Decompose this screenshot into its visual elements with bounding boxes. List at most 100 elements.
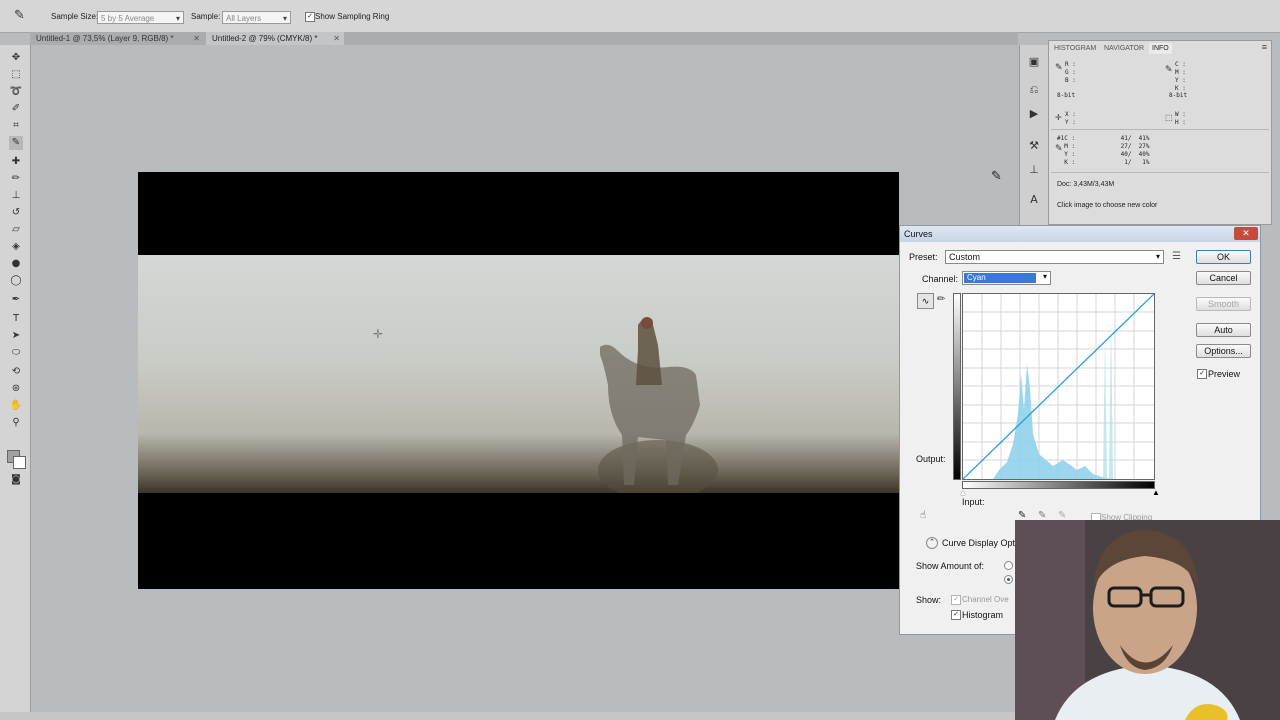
tab-untitled-1[interactable]: Untitled-1 @ 73,5% (Layer 9, RGB/8) * ✕ — [30, 32, 204, 45]
auto-button[interactable]: Auto — [1196, 323, 1251, 337]
options-button[interactable]: Options... — [1196, 344, 1251, 358]
channel-overlays-checkbox[interactable]: ✓ — [951, 595, 961, 605]
sample-select[interactable]: All Layers — [222, 11, 291, 25]
background-color-swatch[interactable] — [13, 456, 26, 469]
curve-display-options-label: Curve Display Opt — [942, 538, 1016, 548]
brush-tool-icon[interactable]: ✏ — [9, 172, 23, 186]
panel-divider — [1051, 129, 1269, 130]
document-tab-bar: Untitled-1 @ 73,5% (Layer 9, RGB/8) * ✕ … — [30, 32, 1018, 45]
type-tool-icon[interactable]: T — [9, 312, 23, 326]
character-icon[interactable]: A — [1027, 193, 1041, 207]
sample-size-label: Sample Size: — [51, 12, 99, 21]
preset-value: Custom — [949, 252, 981, 262]
tab-navigator[interactable]: NAVIGATOR — [1101, 43, 1147, 54]
history-icon[interactable]: ⎌ — [1027, 83, 1041, 97]
chevron-down-icon: ▾ — [1155, 252, 1160, 261]
preset-options-icon[interactable]: ☰ — [1172, 251, 1181, 262]
sample-label: Sample: — [191, 12, 221, 21]
webcam-overlay — [1015, 520, 1280, 720]
on-image-adjust-icon[interactable]: ☝ — [920, 510, 926, 521]
tab-untitled-2[interactable]: Untitled-2 @ 79% (CMYK/8) * ✕ — [206, 32, 344, 45]
rgb-eyedropper-icon: ✎ — [1055, 63, 1063, 73]
paint-bucket-icon[interactable]: ◈ — [9, 240, 23, 254]
eraser-tool-icon[interactable]: ▱ — [9, 223, 23, 237]
tool-presets-icon[interactable]: ⚒ — [1027, 139, 1041, 153]
preset-select[interactable]: Custom ▾ — [945, 250, 1164, 264]
white-point-slider-icon[interactable]: ▲ — [1152, 488, 1160, 497]
selection-size-icon: ⬚ — [1165, 113, 1173, 122]
clone-source-icon[interactable]: ⊥ — [1027, 163, 1041, 177]
blur-tool-icon[interactable]: ● — [9, 257, 23, 271]
eyedropper-tool-icon[interactable]: ✎ — [9, 136, 23, 150]
3d-orbit-icon[interactable]: ⊛ — [9, 382, 23, 396]
mini-bridge-icon[interactable]: ▣ — [1027, 55, 1041, 69]
history-brush-icon[interactable]: ↺ — [9, 206, 23, 220]
photo-foggy-rider — [138, 255, 899, 493]
histogram-checkbox[interactable]: ✓ — [951, 610, 961, 620]
curve-graph[interactable] — [962, 293, 1155, 480]
channel-overlays-label: Channel Ove — [962, 595, 1009, 604]
toolbox: ✥ ⬚ ➰ ✐ ⌗ ✎ ✚ ✏ ⊥ ↺ ▱ ◈ ● ◯ ✒ T ➤ ⬭ ⟲ ⊛ … — [0, 45, 31, 720]
panel-menu-icon[interactable]: ≡ — [1262, 42, 1267, 52]
expand-toggle-icon[interactable]: ⌃ — [926, 537, 938, 549]
light-radio[interactable] — [1004, 561, 1013, 570]
move-tool-icon[interactable]: ✥ — [9, 51, 23, 65]
input-label: Input: — [962, 497, 985, 507]
options-bar: ✎ Sample Size: 5 by 5 Average Sample: Al… — [0, 0, 1280, 33]
show-sampling-ring-checkbox[interactable]: ✓ — [305, 12, 315, 22]
document-canvas[interactable] — [138, 172, 899, 589]
3d-rotate-icon[interactable]: ⟲ — [9, 365, 23, 379]
wh-readout: W : H : — [1175, 111, 1186, 126]
eyedropper-tool-preset-icon[interactable]: ✎ — [14, 8, 25, 23]
tab-label: Untitled-1 @ 73,5% (Layer 9, RGB/8) * — [36, 34, 174, 43]
crop-tool-icon[interactable]: ⌗ — [9, 119, 23, 133]
curve-graph-svg — [963, 294, 1154, 479]
path-selection-icon[interactable]: ➤ — [9, 329, 23, 343]
ok-button[interactable]: OK — [1196, 250, 1251, 264]
curve-edit-points-icon[interactable]: ∿ — [917, 293, 934, 309]
clone-stamp-icon[interactable]: ⊥ — [9, 189, 23, 203]
preview-label: Preview — [1208, 369, 1241, 379]
black-point-slider-icon[interactable]: ▲ — [959, 488, 967, 497]
shape-tool-icon[interactable]: ⬭ — [9, 346, 23, 360]
xy-readout: X : Y : — [1065, 111, 1076, 126]
pencil-draw-icon[interactable]: ✏ — [937, 294, 945, 305]
output-label: Output: — [916, 454, 946, 464]
actions-icon[interactable]: ▶ — [1027, 107, 1041, 121]
doc-size: Doc: 3,43M/3,43M — [1057, 181, 1115, 188]
status-hint: Click image to choose new color — [1057, 202, 1158, 209]
cmyk-readout: C : M : Y : K : — [1175, 61, 1186, 92]
crosshair-icon: ✛ — [1055, 113, 1062, 122]
cancel-button[interactable]: Cancel — [1196, 271, 1251, 285]
preview-checkbox[interactable]: ✓ — [1197, 369, 1207, 379]
close-tab-icon[interactable]: ✕ — [333, 32, 340, 45]
close-icon[interactable]: ✕ — [1234, 227, 1258, 240]
pigment-radio[interactable] — [1004, 575, 1013, 584]
lasso-tool-icon[interactable]: ➰ — [9, 85, 23, 99]
rider-silhouette — [598, 317, 718, 493]
cmyk-bit-depth: 8-bit — [1169, 92, 1188, 99]
quick-selection-tool-icon[interactable]: ✐ — [9, 102, 23, 116]
zoom-tool-icon[interactable]: ⚲ — [9, 416, 23, 430]
show-label: Show: — [916, 595, 942, 605]
sampler-target-icon: ✛ — [373, 327, 384, 341]
tab-label: Untitled-2 @ 79% (CMYK/8) * — [212, 34, 318, 43]
info-panel: HISTOGRAM NAVIGATOR INFO ≡ ✎ R : G : B :… — [1048, 40, 1272, 225]
dialog-titlebar: Curves ✕ — [900, 226, 1260, 242]
pen-tool-icon[interactable]: ✒ — [9, 293, 23, 307]
tab-info[interactable]: INFO — [1149, 43, 1172, 54]
sample-size-select[interactable]: 5 by 5 Average — [97, 11, 184, 25]
hand-tool-icon[interactable]: ✋ — [9, 399, 23, 413]
channel-select[interactable]: Cyan ▾ — [962, 271, 1051, 285]
healing-brush-icon[interactable]: ✚ — [9, 155, 23, 169]
sampler-1-values: 41/ 41% 27/ 27% 40/ 40% 1/ 1% — [1120, 135, 1150, 166]
close-tab-icon[interactable]: ✕ — [193, 32, 200, 45]
quick-mask-icon[interactable]: ◙ — [9, 473, 23, 487]
show-amount-label: Show Amount of: — [916, 561, 985, 571]
show-sampling-ring-label: Show Sampling Ring — [315, 12, 390, 21]
tab-histogram[interactable]: HISTOGRAM — [1051, 43, 1099, 54]
smooth-button[interactable]: Smooth — [1196, 297, 1251, 311]
marquee-tool-icon[interactable]: ⬚ — [9, 68, 23, 82]
rgb-readout: R : G : B : — [1065, 61, 1076, 84]
dodge-tool-icon[interactable]: ◯ — [9, 274, 23, 288]
